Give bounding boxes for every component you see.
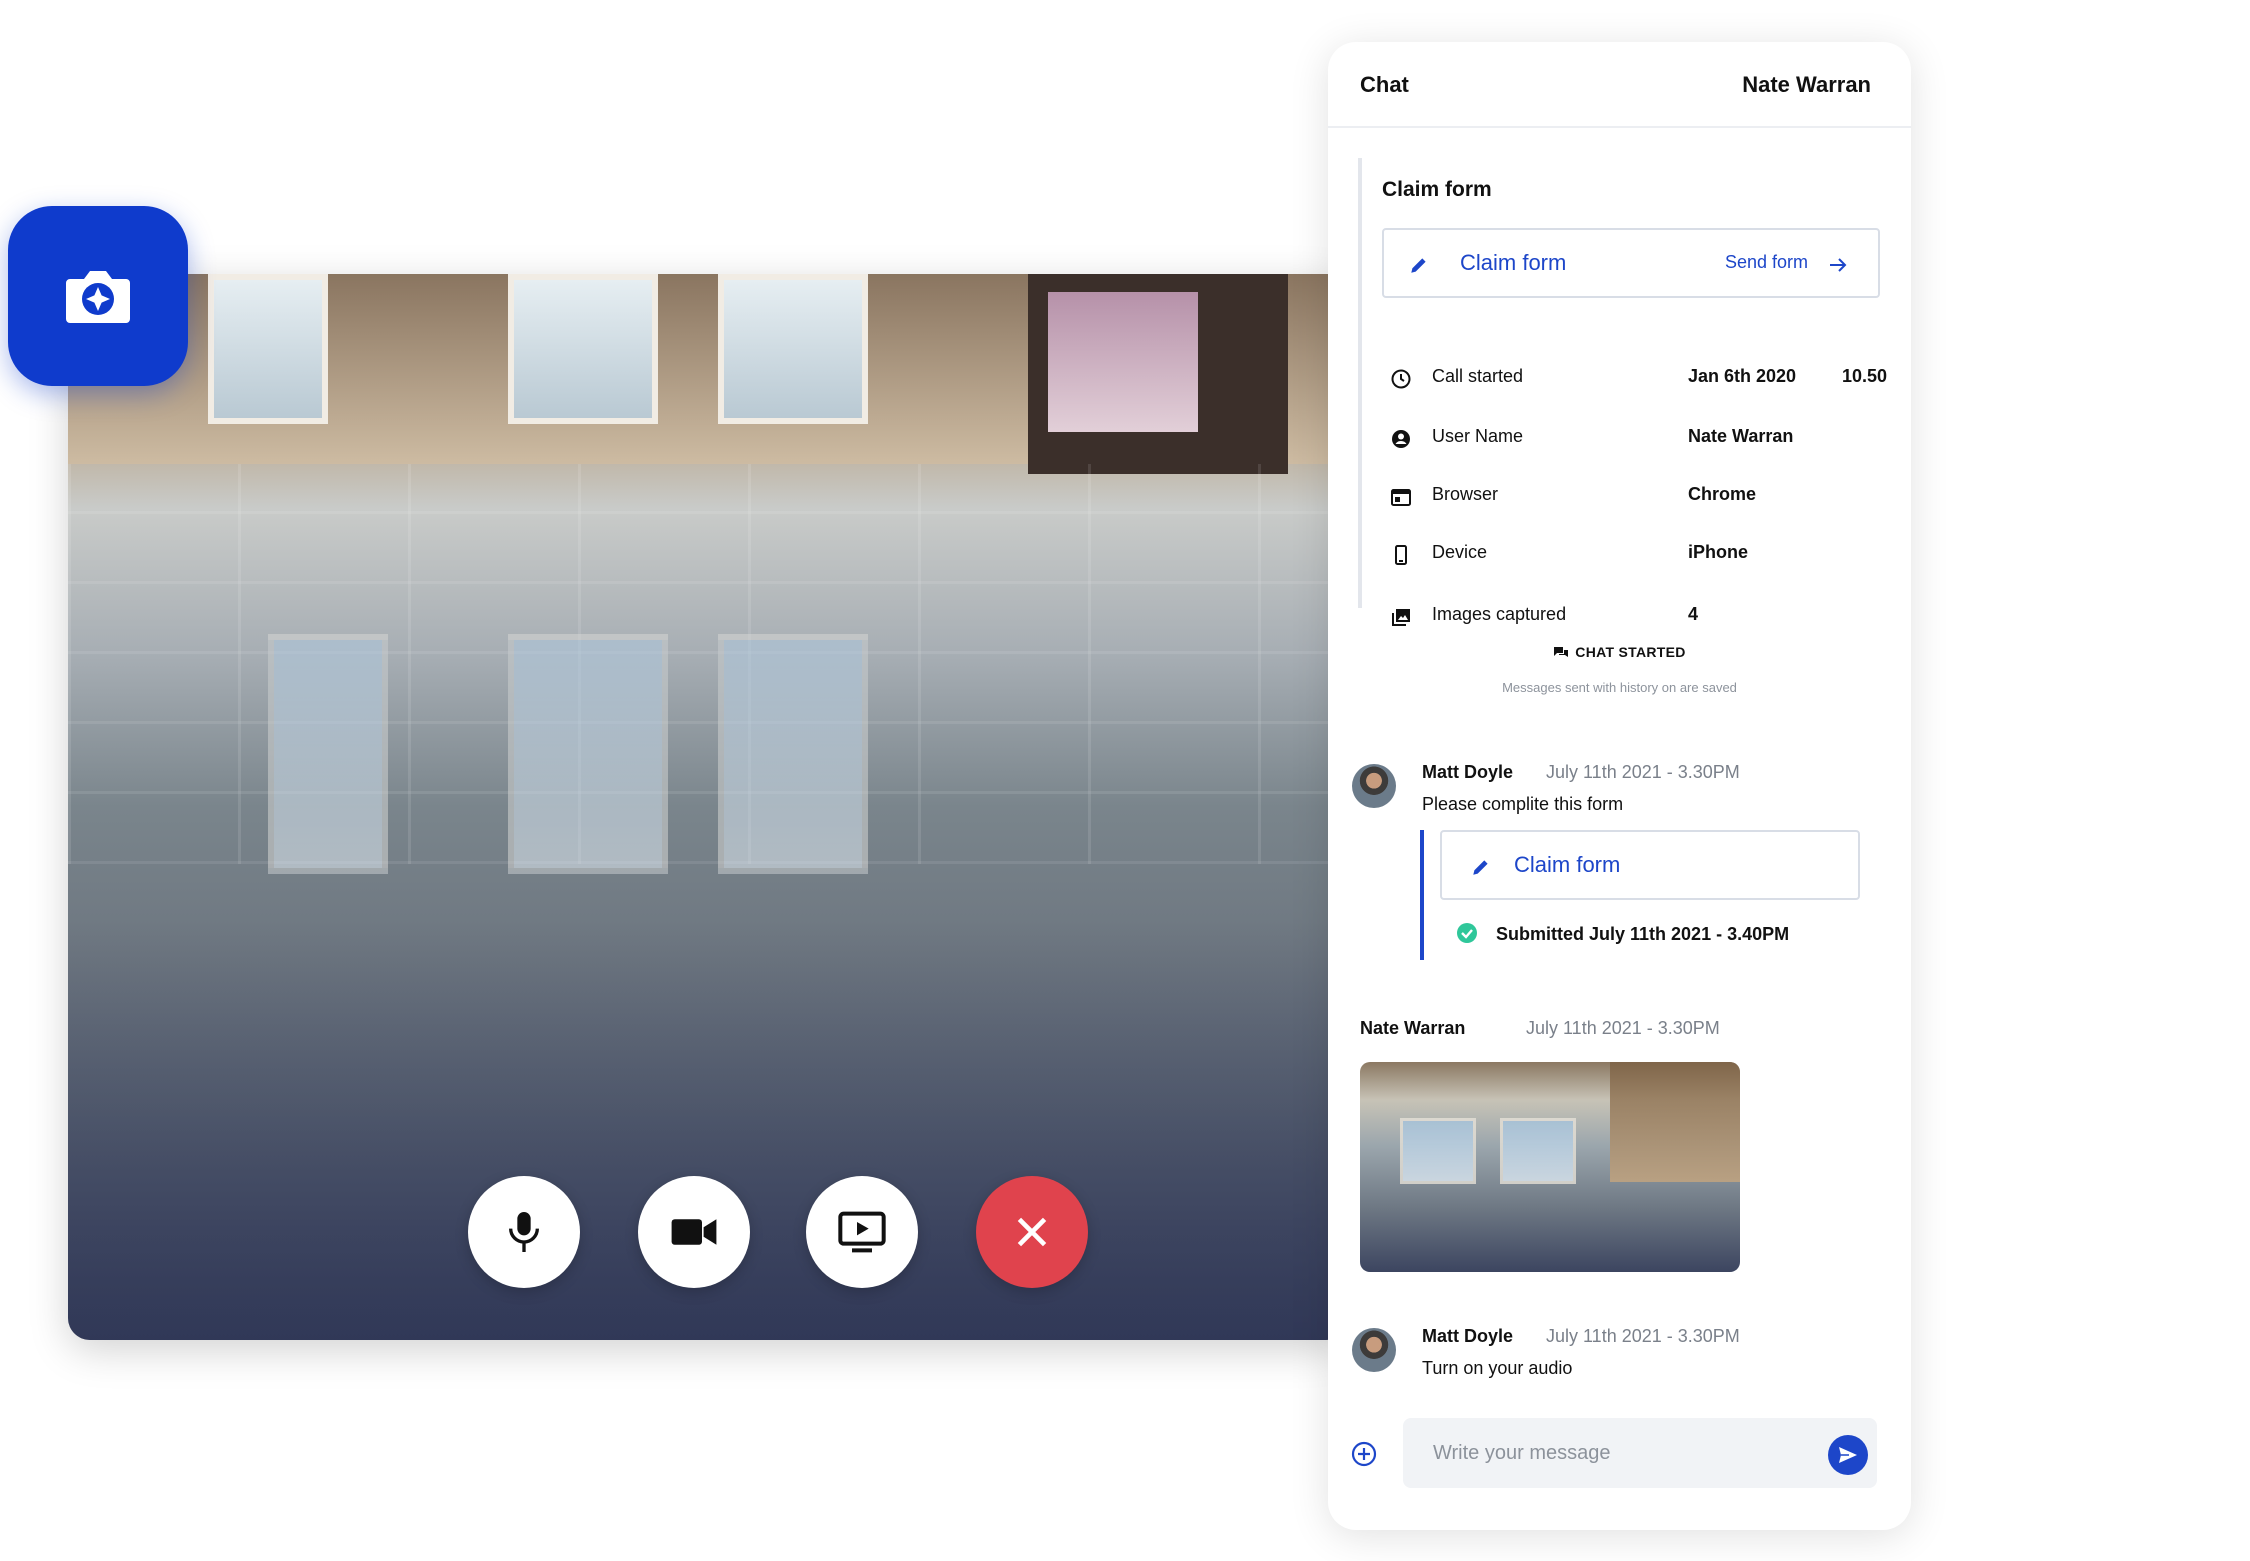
message-author: Matt Doyle <box>1422 762 1514 782</box>
mute-button[interactable] <box>468 1176 580 1288</box>
chat-history-note: Messages sent with history on are saved <box>1502 680 1737 695</box>
claim-form-label: Claim form <box>1460 250 1567 275</box>
camera-icon <box>66 271 130 323</box>
chat-title: Chat <box>1360 72 1409 97</box>
form-thread: Claim form Submitted July 11th 2021 - 3.… <box>1420 830 1874 960</box>
info-value: Jan 6th 2020 <box>1688 366 1797 386</box>
image-wall <box>1610 1062 1740 1182</box>
end-call-button[interactable] <box>976 1176 1088 1288</box>
images-icon <box>1392 609 1410 626</box>
claim-section-heading: Claim form <box>1382 178 1492 201</box>
microphone-icon <box>509 1212 539 1252</box>
chat-started-divider: CHAT STARTED <box>1328 644 1911 660</box>
send-icon <box>1839 1447 1857 1463</box>
screen-share-button[interactable] <box>806 1176 918 1288</box>
pencil-icon <box>1411 258 1426 273</box>
video-reflection <box>508 634 668 874</box>
shared-image[interactable] <box>1360 1062 1740 1272</box>
chat-user-name: Nate Warran <box>1742 72 1871 97</box>
clock-icon <box>1391 369 1411 389</box>
info-row-device: Device iPhone <box>1390 540 1910 570</box>
message-timestamp: July 11th 2021 - 3.30PM <box>1526 1018 1720 1038</box>
image-window <box>1500 1118 1576 1184</box>
info-value-time: 10.50 <box>1842 366 1888 386</box>
user-circle-icon <box>1392 430 1410 448</box>
message-text: Please complite this form <box>1422 794 1624 814</box>
message-input[interactable] <box>1403 1418 1877 1488</box>
call-controls <box>68 1176 1348 1288</box>
camera-toggle-button[interactable] <box>638 1176 750 1288</box>
capture-image-button[interactable] <box>8 206 188 386</box>
chat-started-label: CHAT STARTED <box>1575 644 1686 660</box>
send-form-label: Send form <box>1724 252 1808 272</box>
phone-icon <box>1395 545 1407 565</box>
video-feed <box>68 274 1348 1340</box>
video-window <box>208 274 328 424</box>
chat-panel: Chat Nate Warran Claim form Claim form S… <box>1328 42 1911 1530</box>
message-timestamp: July 11th 2021 - 3.30PM <box>1546 762 1740 782</box>
video-reflection <box>268 634 388 874</box>
check-circle-icon <box>1457 923 1477 943</box>
info-label: Images captured <box>1432 604 1567 624</box>
submitted-text: Submitted July 11th 2021 - 3.40PM <box>1496 924 1790 944</box>
message-composer <box>1328 1418 1911 1508</box>
send-form-link[interactable]: Send form <box>1725 252 1808 273</box>
info-value: 4 <box>1688 604 1699 624</box>
arrow-right-icon <box>1830 258 1847 272</box>
close-icon <box>1017 1217 1047 1247</box>
info-value: Chrome <box>1688 484 1757 504</box>
info-row-images-captured: Images captured 4 <box>1390 602 1910 632</box>
video-floor <box>68 464 1348 864</box>
info-label: Browser <box>1432 484 1499 504</box>
message-timestamp: July 11th 2021 - 3.30PM <box>1546 1326 1740 1346</box>
video-window <box>718 274 868 424</box>
chat-bubbles-icon <box>1554 647 1569 658</box>
info-value: iPhone <box>1688 542 1749 562</box>
video-camera-icon <box>671 1219 717 1245</box>
info-value: Nate Warran <box>1688 426 1794 446</box>
browser-icon <box>1391 489 1411 506</box>
send-message-button[interactable] <box>1828 1435 1868 1475</box>
video-window <box>508 274 658 424</box>
message-author: Matt Doyle <box>1422 1326 1514 1346</box>
info-label: User Name <box>1432 426 1524 446</box>
plus-circle-icon[interactable] <box>1350 1440 1378 1468</box>
avatar <box>1352 1328 1396 1372</box>
claim-form-card-label: Claim form <box>1514 852 1621 877</box>
info-label: Device <box>1432 542 1488 562</box>
chat-header: Chat Nate Warran <box>1328 42 1911 128</box>
avatar <box>1352 764 1396 808</box>
info-label: Call started <box>1432 366 1524 386</box>
pencil-icon <box>1473 860 1488 875</box>
message-author: Nate Warran <box>1360 1018 1466 1038</box>
message-text: Turn on your audio <box>1422 1358 1573 1378</box>
claim-section: Claim form Claim form Send form Call sta… <box>1358 158 1892 626</box>
video-door-glass <box>1048 292 1198 432</box>
info-row-call-started: Call started Jan 6th 2020 10.50 <box>1390 364 1910 394</box>
info-row-user-name: User Name Nate Warran <box>1390 424 1910 454</box>
claim-form-card[interactable]: Claim form <box>1440 830 1860 900</box>
claim-form-button[interactable]: Claim form Send form <box>1382 228 1880 298</box>
screen-share-icon <box>838 1211 886 1253</box>
image-window <box>1400 1118 1476 1184</box>
info-row-browser: Browser Chrome <box>1390 482 1910 512</box>
video-reflection <box>718 634 868 874</box>
